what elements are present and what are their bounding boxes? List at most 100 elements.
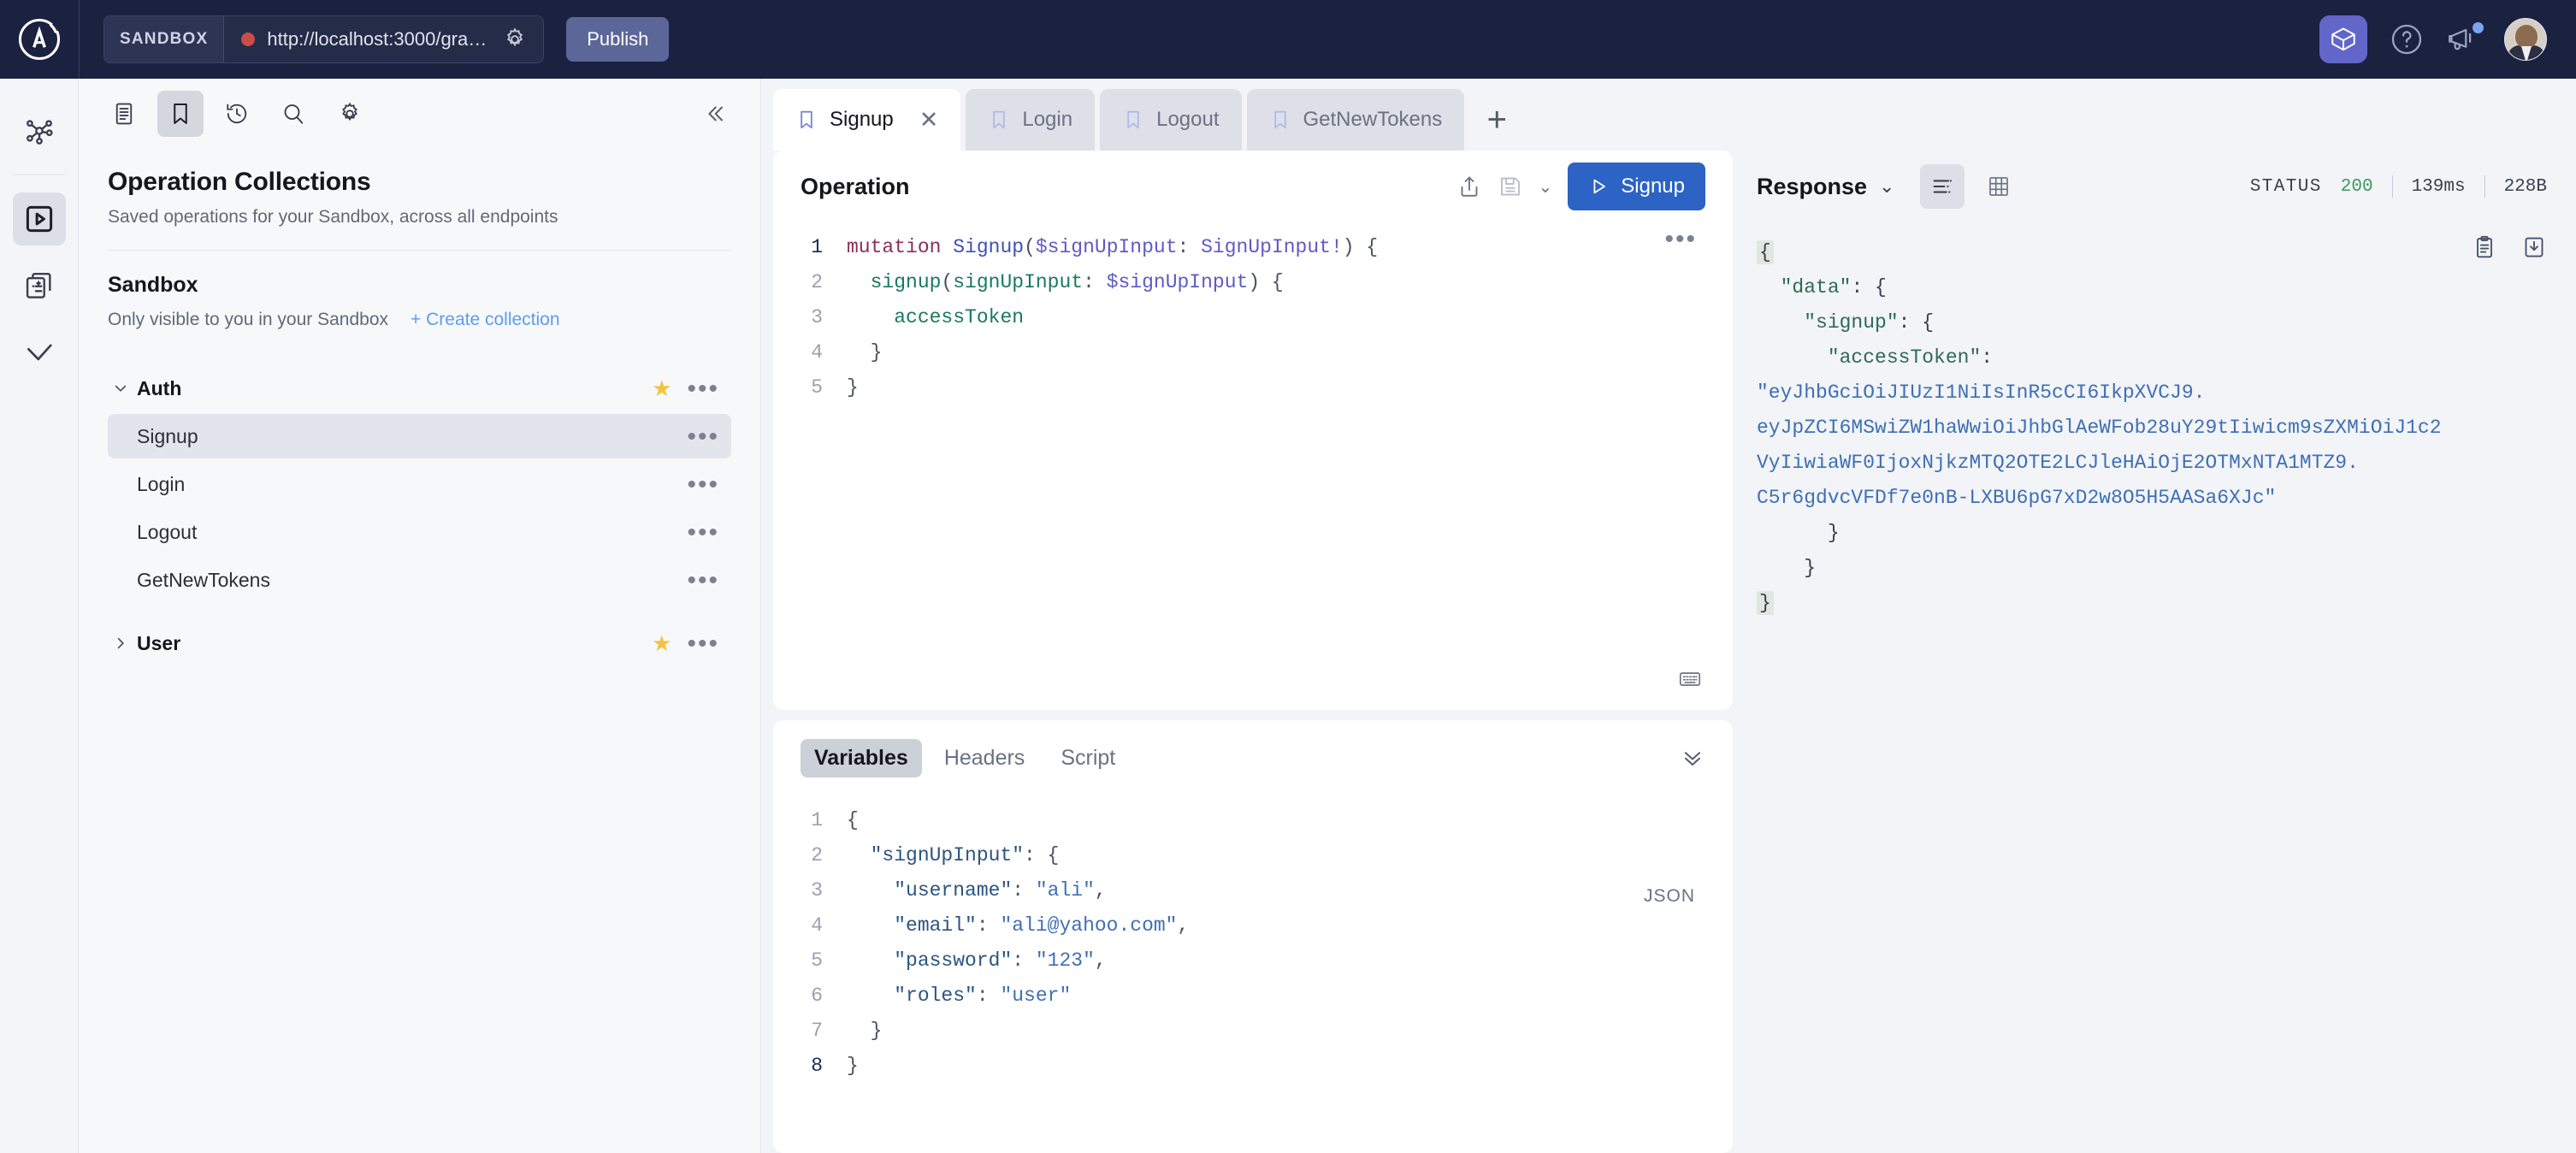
operation-label: Signup bbox=[137, 424, 198, 447]
collapse-left-icon[interactable] bbox=[692, 91, 738, 137]
code-line: 1 mutation Signup($signUpInput: SignUpInp… bbox=[773, 229, 1733, 264]
endpoint-url-bar[interactable]: SANDBOX http://localhost:3000/gra… bbox=[103, 15, 545, 63]
collection-group-label: User bbox=[137, 631, 181, 654]
section-note: Only visible to you in your Sandbox bbox=[108, 310, 389, 329]
list-item[interactable]: Logout ••• bbox=[108, 510, 731, 554]
tab-signup[interactable]: Signup ✕ bbox=[773, 89, 961, 151]
share-upload-icon[interactable] bbox=[1456, 174, 1482, 199]
help-circle-icon[interactable] bbox=[2390, 22, 2424, 56]
schema-diff-icon[interactable] bbox=[13, 259, 66, 312]
variables-editor[interactable]: JSON 1{2 "signUpInput": {3 "username": "… bbox=[773, 795, 1733, 1153]
gear-icon[interactable] bbox=[499, 27, 531, 52]
group-more-icon[interactable]: ••• bbox=[687, 375, 719, 401]
line-number: 3 bbox=[811, 305, 823, 328]
line-number: 3 bbox=[811, 878, 823, 902]
topbar-actions bbox=[2319, 15, 2576, 63]
code-text: "username": "ali", bbox=[894, 878, 1107, 902]
line-number: 6 bbox=[811, 984, 823, 1007]
search-icon[interactable] bbox=[270, 91, 316, 137]
chevron-right-icon[interactable] bbox=[108, 635, 133, 652]
group-more-icon[interactable]: ••• bbox=[687, 630, 719, 656]
code-text: "password": "123", bbox=[894, 949, 1107, 972]
add-tab-button[interactable]: + bbox=[1469, 89, 1524, 151]
response-time: 139ms bbox=[2411, 176, 2466, 197]
list-item[interactable]: Signup ••• bbox=[108, 414, 731, 458]
response-line: "data": { bbox=[1780, 275, 1887, 299]
more-horizontal-icon[interactable]: ••• bbox=[1664, 227, 1697, 252]
line-number: 1 bbox=[811, 808, 823, 831]
divider bbox=[2391, 175, 2393, 198]
run-operation-label: Signup bbox=[1621, 174, 1685, 198]
avatar[interactable] bbox=[2504, 18, 2547, 61]
apollo-logo-icon[interactable] bbox=[0, 0, 79, 79]
operation-card: Operation ⌄ Signup ••• 1 mutation Signup… bbox=[773, 151, 1733, 710]
chevron-down-icon[interactable]: ⌄ bbox=[1879, 175, 1894, 198]
divider bbox=[2484, 175, 2485, 198]
item-more-icon[interactable]: ••• bbox=[687, 519, 731, 545]
explorer-play-icon[interactable] bbox=[12, 192, 66, 245]
code-line: 7 } bbox=[773, 1013, 1733, 1048]
history-icon[interactable] bbox=[214, 91, 260, 137]
clipboard-copy-icon[interactable] bbox=[2472, 234, 2497, 260]
bookmark-icon bbox=[1122, 109, 1144, 131]
documentation-icon[interactable] bbox=[101, 91, 147, 137]
item-more-icon[interactable]: ••• bbox=[687, 423, 731, 449]
megaphone-icon[interactable] bbox=[2446, 22, 2484, 56]
line-number: 5 bbox=[811, 949, 823, 972]
item-more-icon[interactable]: ••• bbox=[687, 567, 731, 593]
json-view-icon[interactable] bbox=[1920, 164, 1965, 209]
tab-variables[interactable]: Variables bbox=[801, 738, 922, 778]
tab-label: GetNewTokens bbox=[1303, 108, 1443, 131]
download-icon[interactable] bbox=[2521, 234, 2547, 260]
bookmark-icon[interactable] bbox=[157, 91, 204, 137]
code-text: } bbox=[847, 1054, 859, 1077]
code-line: 2 signup(signUpInput: $signUpInput) { bbox=[773, 264, 1733, 299]
list-item[interactable]: Login ••• bbox=[108, 462, 731, 506]
schema-graph-icon[interactable] bbox=[13, 104, 66, 157]
code-text: "email": "ali@yahoo.com", bbox=[894, 914, 1190, 937]
create-collection-button[interactable]: + Create collection bbox=[411, 310, 560, 330]
keyboard-shortcuts-icon[interactable] bbox=[1678, 667, 1702, 691]
response-pane: Response ⌄ STATUS 200 139ms 228B {"data… bbox=[1733, 151, 2576, 1153]
operation-header: Operation ⌄ Signup bbox=[773, 151, 1733, 222]
run-operation-button[interactable]: Signup bbox=[1568, 163, 1705, 210]
operation-editor[interactable]: ••• 1 mutation Signup($signUpInput: SignU… bbox=[773, 222, 1733, 710]
code-line: 1{ bbox=[773, 802, 1733, 837]
line-number: 7 bbox=[811, 1019, 823, 1042]
checks-check-icon[interactable] bbox=[13, 326, 66, 379]
endpoint-url-field[interactable]: http://localhost:3000/gra… bbox=[224, 16, 543, 62]
operation-title: Operation bbox=[801, 173, 910, 199]
list-item[interactable]: GetNewTokens ••• bbox=[108, 558, 731, 602]
close-icon[interactable]: ✕ bbox=[919, 107, 939, 133]
publish-button[interactable]: Publish bbox=[566, 17, 670, 62]
response-body[interactable]: { "data": { "signup": { "accessToken": "e… bbox=[1757, 222, 2576, 620]
top-bar: SANDBOX http://localhost:3000/gra… Publi… bbox=[0, 0, 2576, 79]
tab-script[interactable]: Script bbox=[1047, 739, 1129, 778]
chevron-down-icon[interactable] bbox=[108, 380, 133, 397]
sandbox-cube-icon[interactable] bbox=[2319, 15, 2367, 63]
page-title: Operation Collections bbox=[108, 168, 371, 196]
save-floppy-icon[interactable] bbox=[1498, 174, 1523, 199]
response-line: "signup": { bbox=[1804, 310, 1935, 334]
code-text: } bbox=[847, 1019, 883, 1042]
table-view-icon[interactable] bbox=[1976, 164, 2021, 209]
collection-group-user[interactable]: User ★ ••• bbox=[108, 621, 731, 665]
tab-logout[interactable]: Logout bbox=[1100, 89, 1242, 151]
settings-gear-icon[interactable] bbox=[327, 91, 373, 137]
collection-group-auth[interactable]: Auth ★ ••• bbox=[108, 366, 731, 411]
star-icon[interactable]: ★ bbox=[652, 632, 671, 654]
divider bbox=[108, 250, 731, 251]
chevron-double-down-icon[interactable] bbox=[1680, 745, 1705, 771]
tab-login[interactable]: Login bbox=[966, 89, 1096, 151]
response-line: C5r6gdvcVFDf7e0nB-LXBU6pG7xD2w8O5H5AASa6… bbox=[1757, 486, 2277, 509]
page-subtitle: Saved operations for your Sandbox, acros… bbox=[108, 207, 558, 227]
tab-headers[interactable]: Headers bbox=[931, 739, 1039, 778]
endpoint-url-text: http://localhost:3000/gra… bbox=[267, 28, 487, 50]
operation-label: GetNewTokens bbox=[137, 568, 270, 591]
tab-getnewtokens[interactable]: GetNewTokens bbox=[1246, 89, 1465, 151]
sandbox-chip: SANDBOX bbox=[104, 16, 225, 62]
code-text: "signUpInput": { bbox=[870, 843, 1060, 866]
star-icon[interactable]: ★ bbox=[652, 377, 671, 399]
chevron-down-icon[interactable]: ⌄ bbox=[1539, 176, 1553, 198]
item-more-icon[interactable]: ••• bbox=[687, 471, 731, 497]
